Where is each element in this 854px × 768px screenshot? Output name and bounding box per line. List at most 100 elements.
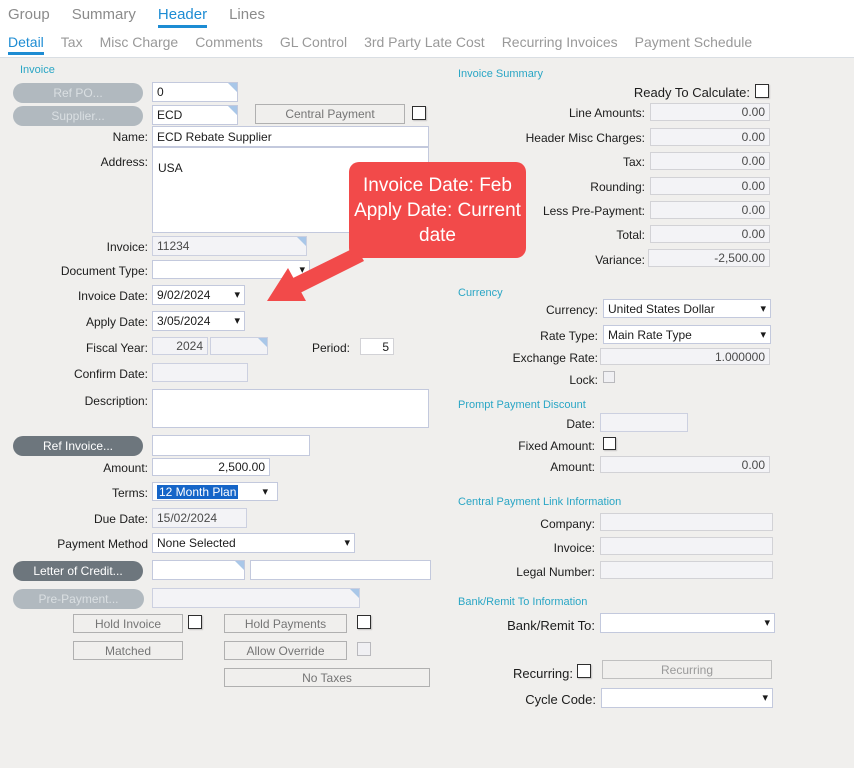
document-type-dropdown[interactable] xyxy=(152,260,310,279)
tab-tax[interactable]: Tax xyxy=(61,34,83,55)
tab-header-area: Group Summary Header Lines Detail Tax Mi… xyxy=(0,0,854,58)
no-taxes-button[interactable]: No Taxes xyxy=(224,668,430,687)
less-pre-payment-value: 0.00 xyxy=(741,203,765,217)
supplier-value: ECD xyxy=(157,108,183,122)
tax-value: 0.00 xyxy=(741,154,765,168)
letter-of-credit-button[interactable]: Letter of Credit... xyxy=(13,561,143,581)
tab-comments[interactable]: Comments xyxy=(195,34,263,55)
amount-label: Amount: xyxy=(103,461,148,475)
apply-date-dropdown[interactable]: 3/05/2024 xyxy=(152,311,245,331)
pre-payment-field xyxy=(152,588,360,608)
tab-payment-schedule[interactable]: Payment Schedule xyxy=(635,34,753,55)
rate-type-value: Main Rate Type xyxy=(608,327,692,342)
invoice-date-dropdown[interactable]: 9/02/2024 xyxy=(152,285,245,305)
tab-header[interactable]: Header xyxy=(157,6,208,28)
ref-invoice-field[interactable] xyxy=(152,435,310,456)
fiscal-year-field: 2024 xyxy=(152,337,208,355)
fixed-amount-checkbox[interactable] xyxy=(603,437,616,450)
lock-checkbox xyxy=(603,371,615,383)
hold-invoice-checkbox[interactable] xyxy=(188,615,202,629)
pre-payment-button: Pre-Payment... xyxy=(13,589,144,609)
terms-value: 12 Month Plan xyxy=(157,484,239,499)
tab-misc-charge[interactable]: Misc Charge xyxy=(100,34,179,55)
payment-method-value: None Selected xyxy=(157,536,236,550)
rounding-value: 0.00 xyxy=(741,179,765,193)
currency-dropdown[interactable]: United States Dollar xyxy=(603,299,771,318)
tab-detail[interactable]: Detail xyxy=(8,34,44,55)
total-field: 0.00 xyxy=(650,225,770,243)
tab-3rd-party-late-cost[interactable]: 3rd Party Late Cost xyxy=(364,34,485,55)
tab-gl-control[interactable]: GL Control xyxy=(280,34,347,55)
apply-date-value: 3/05/2024 xyxy=(157,314,211,328)
supplier-button: Supplier... xyxy=(13,106,143,126)
link-invoice-field xyxy=(600,537,773,555)
hold-payments-checkbox[interactable] xyxy=(357,615,371,629)
cycle-code-dropdown[interactable] xyxy=(601,688,773,708)
ready-to-calculate-checkbox[interactable] xyxy=(755,84,769,98)
letter-of-credit-field-1[interactable] xyxy=(152,560,245,580)
tab-summary[interactable]: Summary xyxy=(72,6,136,28)
tab-group[interactable]: Group xyxy=(8,6,50,28)
corner-flag-icon xyxy=(228,83,237,92)
exchange-rate-field: 1.000000 xyxy=(600,348,770,365)
central-payment-button[interactable]: Central Payment xyxy=(255,104,405,124)
invoice-date-label: Invoice Date: xyxy=(77,289,148,303)
supplier-field[interactable]: ECD xyxy=(152,105,238,125)
tab-recurring-invoices[interactable]: Recurring Invoices xyxy=(502,34,618,55)
hold-invoice-button[interactable]: Hold Invoice xyxy=(73,614,183,633)
ref-invoice-button[interactable]: Ref Invoice... xyxy=(13,436,143,456)
invoice-date-value: 9/02/2024 xyxy=(157,288,211,302)
document-type-label: Document Type: xyxy=(60,264,148,278)
line-amounts-field: 0.00 xyxy=(650,103,770,121)
discount-date-field xyxy=(600,413,688,432)
tab-lines[interactable]: Lines xyxy=(229,6,265,28)
central-payment-checkbox[interactable] xyxy=(412,106,426,120)
allow-override-checkbox xyxy=(357,642,371,656)
ready-to-calculate-label: Ready To Calculate: xyxy=(633,85,750,100)
callout-line: Apply Date: Current xyxy=(354,199,521,221)
amount-value: 2,500.00 xyxy=(218,460,265,474)
ref-po-field[interactable]: 0 xyxy=(152,82,238,102)
header-misc-charges-label: Header Misc Charges: xyxy=(525,131,645,145)
corner-flag-icon xyxy=(235,561,244,570)
discount-amount-value: 0.00 xyxy=(741,457,765,472)
description-field[interactable] xyxy=(152,389,429,428)
exchange-rate-label: Exchange Rate: xyxy=(512,351,598,365)
address-label: Address: xyxy=(100,155,148,169)
bank-remit-label: Bank/Remit To: xyxy=(507,618,595,633)
amount-field[interactable]: 2,500.00 xyxy=(152,458,270,476)
currency-label: Currency: xyxy=(545,303,598,317)
matched-button[interactable]: Matched xyxy=(73,641,183,660)
hold-payments-button[interactable]: Hold Payments xyxy=(224,614,347,633)
fixed-amount-label: Fixed Amount: xyxy=(518,439,595,453)
recurring-checkbox[interactable] xyxy=(577,664,591,678)
callout-line: Invoice Date: Feb xyxy=(363,174,512,196)
exchange-rate-value: 1.000000 xyxy=(714,349,765,364)
corner-flag-icon xyxy=(228,106,237,115)
confirm-date-field xyxy=(152,363,248,382)
name-value: ECD Rebate Supplier xyxy=(157,129,272,144)
recurring-label: Recurring: xyxy=(513,666,573,681)
description-label: Description: xyxy=(84,394,148,408)
name-field[interactable]: ECD Rebate Supplier xyxy=(152,126,429,147)
company-field xyxy=(600,513,773,531)
variance-field: -2,500.00 xyxy=(648,249,770,267)
bank-remit-dropdown[interactable] xyxy=(600,613,775,633)
fiscal-year-suffix-field xyxy=(210,337,268,355)
payment-method-dropdown[interactable]: None Selected xyxy=(152,533,355,553)
invoice-group-caption: Invoice xyxy=(20,64,55,76)
allow-override-button[interactable]: Allow Override xyxy=(224,641,347,660)
legal-number-field xyxy=(600,561,773,579)
corner-flag-icon xyxy=(297,237,306,246)
period-label: Period: xyxy=(311,341,350,355)
tax-field: 0.00 xyxy=(650,152,770,170)
rate-type-dropdown[interactable]: Main Rate Type xyxy=(603,325,771,344)
invoice-number-field: 11234 xyxy=(152,236,307,256)
ref-po-button: Ref PO... xyxy=(13,83,143,103)
terms-dropdown[interactable]: 12 Month Plan xyxy=(152,482,278,501)
invoice-number-label: Invoice: xyxy=(106,240,148,254)
letter-of-credit-field-2[interactable] xyxy=(250,560,431,580)
prompt-payment-discount-caption: Prompt Payment Discount xyxy=(458,399,586,411)
payment-method-label: Payment Method xyxy=(57,537,148,551)
total-value: 0.00 xyxy=(741,227,765,241)
